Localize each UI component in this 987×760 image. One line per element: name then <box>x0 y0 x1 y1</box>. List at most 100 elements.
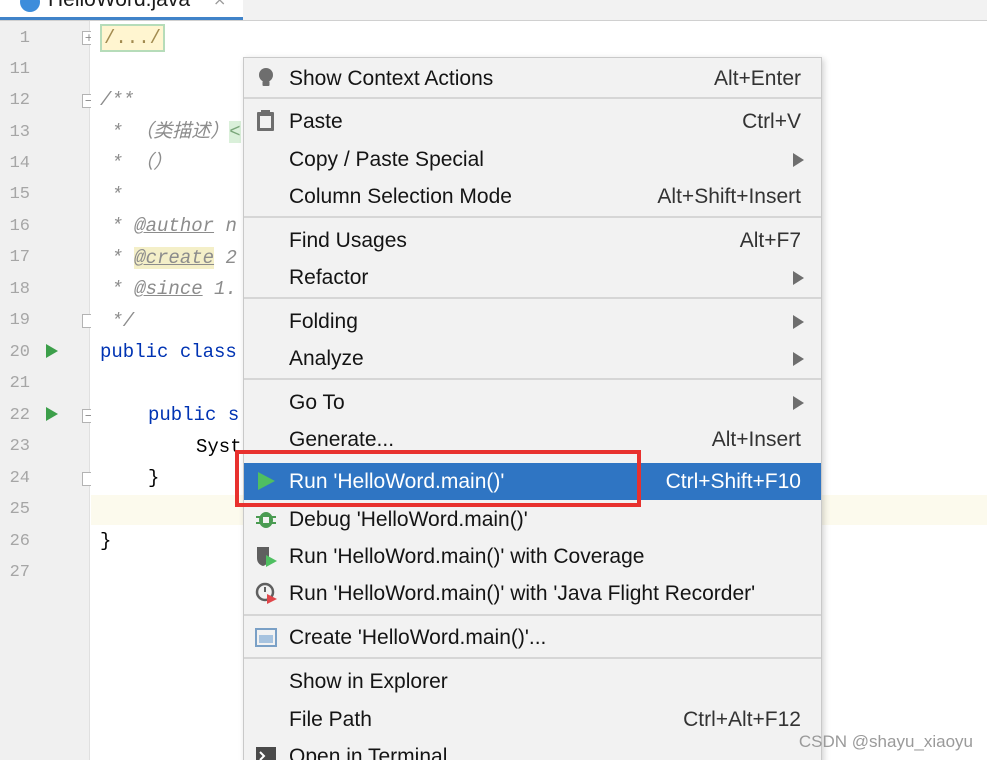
code-line-24: } <box>148 467 160 489</box>
tab-helloword-java[interactable]: HelloWord.java × <box>0 0 243 20</box>
menu-item-folding[interactable]: Folding <box>244 303 821 340</box>
comment-text: 2 <box>214 247 237 269</box>
menu-item-label: Copy / Paste Special <box>289 148 484 171</box>
line-number: 15 <box>9 185 30 204</box>
line-number: 13 <box>9 123 30 142</box>
code-line-13: * （类描述）< <box>100 121 241 143</box>
menu-separator <box>244 378 821 380</box>
editor-tab-bar: HelloWord.java × <box>0 0 987 21</box>
highlight-annotation-box <box>235 450 641 507</box>
line-number: 20 <box>9 343 30 362</box>
submenu-arrow-icon <box>793 153 804 167</box>
submenu-arrow-icon <box>793 396 804 410</box>
submenu-arrow-icon <box>793 352 804 366</box>
menu-item-label: Create 'HelloWord.main()'... <box>289 626 547 649</box>
menu-item-find-usages[interactable]: Find Usages Alt+F7 <box>244 222 821 259</box>
menu-item-label: Open in Terminal <box>289 745 448 760</box>
line-number: 12 <box>9 91 30 110</box>
comment-text: （类描述） <box>134 121 230 143</box>
line-number: 19 <box>9 311 30 330</box>
menu-separator <box>244 297 821 299</box>
run-gutter-icon[interactable] <box>46 407 58 421</box>
menu-separator <box>244 657 821 659</box>
comment-text: 1. <box>202 278 237 300</box>
code-line-19: */ <box>100 310 135 332</box>
menu-item-label: Column Selection Mode <box>289 185 512 208</box>
bulb-icon <box>259 68 273 86</box>
line-number: 1 <box>19 29 30 48</box>
menu-item-go-to[interactable]: Go To <box>244 384 821 421</box>
menu-separator <box>244 216 821 218</box>
menu-item-column-selection-mode[interactable]: Column Selection Mode Alt+Shift+Insert <box>244 178 821 215</box>
debug-icon <box>256 512 276 528</box>
line-number: 17 <box>9 248 30 267</box>
comment-star: * <box>100 247 135 269</box>
menu-item-show-in-explorer[interactable]: Show in Explorer <box>244 663 821 700</box>
menu-item-label: Show in Explorer <box>289 670 448 693</box>
submenu-arrow-icon <box>793 271 804 285</box>
code-line-18: * @since 1. <box>100 278 237 300</box>
menu-separator <box>244 97 821 99</box>
menu-item-label: Refactor <box>289 266 369 289</box>
watermark: CSDN @shayu_xiaoyu <box>798 732 973 751</box>
menu-item-label: Debug 'HelloWord.main()' <box>289 508 528 531</box>
code-line-20: public class <box>100 341 237 363</box>
menu-item-shortcut: Alt+Insert <box>711 428 801 451</box>
javadoc-tag: @author <box>134 215 215 237</box>
line-number: 27 <box>9 563 30 582</box>
menu-item-label: Find Usages <box>289 229 407 252</box>
menu-item-shortcut: Ctrl+Shift+F10 <box>665 470 801 493</box>
code-line-12: /** <box>100 89 135 111</box>
menu-item-refactor[interactable]: Refactor <box>244 259 821 296</box>
menu-item-copy-paste-special[interactable]: Copy / Paste Special <box>244 141 821 178</box>
comment-star: * <box>100 215 135 237</box>
menu-item-create-run-config[interactable]: Create 'HelloWord.main()'... <box>244 619 821 656</box>
terminal-icon <box>256 747 276 760</box>
run-gutter-icon[interactable] <box>46 344 58 358</box>
menu-item-open-in-terminal[interactable]: Open in Terminal <box>244 738 821 760</box>
profiler-icon <box>255 582 277 604</box>
code-line-14: * （） <box>100 152 172 174</box>
line-number: 22 <box>9 406 30 425</box>
line-number: 11 <box>9 60 30 79</box>
menu-item-label: Run 'HelloWord.main()' with Coverage <box>289 545 645 568</box>
menu-item-file-path[interactable]: File Path Ctrl+Alt+F12 <box>244 701 821 738</box>
line-number: 26 <box>9 532 30 551</box>
menu-item-run-with-jfr[interactable]: Run 'HelloWord.main()' with 'Java Flight… <box>244 575 821 612</box>
clipboard-icon <box>257 110 274 131</box>
menu-item-show-context-actions[interactable]: Show Context Actions Alt+Enter <box>244 60 821 97</box>
line-number: 25 <box>9 500 30 519</box>
javadoc-tag: @since <box>134 278 203 300</box>
editor-context-menu: Show Context Actions Alt+Enter Paste Ctr… <box>243 57 822 760</box>
menu-item-label: Show Context Actions <box>289 67 494 90</box>
close-icon[interactable]: × <box>213 0 226 10</box>
menu-item-label: Paste <box>289 110 343 133</box>
comment-star: * <box>100 121 123 143</box>
code-line-26: } <box>100 530 112 552</box>
java-class-icon <box>20 0 40 12</box>
comment-star: * <box>100 152 123 174</box>
javadoc-tag: @create <box>134 247 215 269</box>
run-config-icon <box>255 628 277 647</box>
menu-item-paste[interactable]: Paste Ctrl+V <box>244 103 821 140</box>
menu-item-analyze[interactable]: Analyze <box>244 340 821 377</box>
folded-region[interactable]: /.../ <box>100 24 166 52</box>
line-number: 18 <box>9 280 30 299</box>
menu-separator <box>244 614 821 616</box>
comment-tag: < <box>229 121 241 143</box>
code-line-1: /.../ <box>100 24 166 52</box>
line-number: 21 <box>9 374 30 393</box>
line-number: 24 <box>9 469 30 488</box>
menu-item-run-with-coverage[interactable]: Run 'HelloWord.main()' with Coverage <box>244 538 821 575</box>
menu-item-label: File Path <box>289 708 372 731</box>
comment-text: n <box>214 215 237 237</box>
menu-item-label: Go To <box>289 391 345 414</box>
menu-item-shortcut: Ctrl+V <box>742 110 801 133</box>
menu-item-label: Run 'HelloWord.main()' with 'Java Flight… <box>289 582 756 605</box>
menu-item-label: Analyze <box>289 347 364 370</box>
tab-title: HelloWord.java <box>48 0 190 10</box>
code-line-17: * @create 2 <box>100 247 237 269</box>
line-number: 23 <box>9 437 30 456</box>
comment-text: （） <box>134 152 173 174</box>
code-line-16: * @author n <box>100 215 237 237</box>
